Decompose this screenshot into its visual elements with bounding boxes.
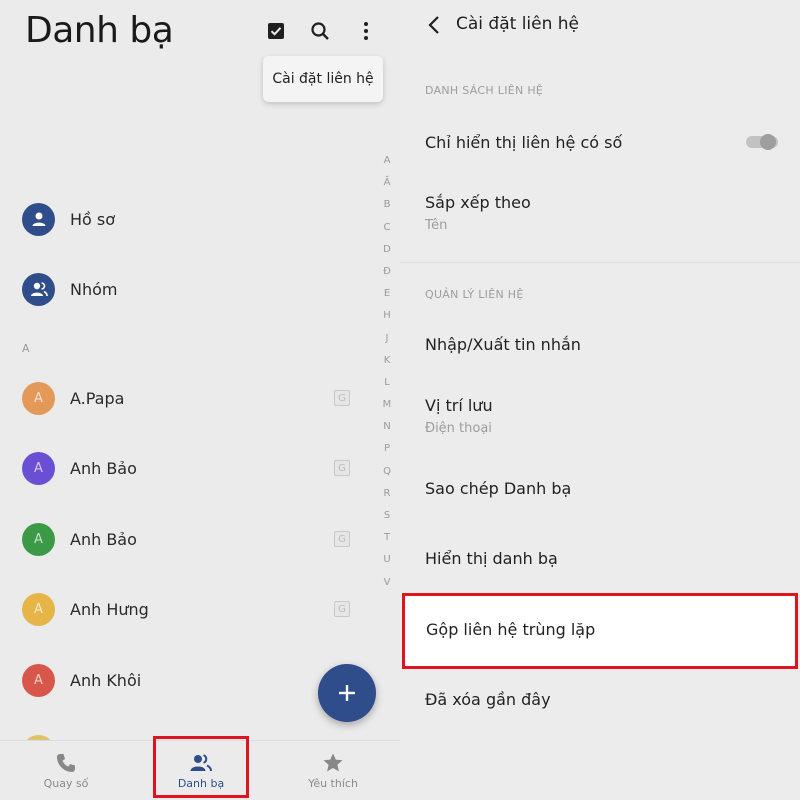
contact-name: Anh Hưng	[70, 599, 149, 619]
nav-label: Danh bạ	[177, 777, 225, 790]
setting-sort-by[interactable]: Sắp xếp theo Tên	[425, 193, 531, 233]
contact-settings-panel: Cài đặt liên hệ DANH SÁCH LIÊN HỆ Chỉ hi…	[400, 0, 800, 800]
alphabet-index-letter[interactable]: Q	[383, 461, 391, 483]
setting-title: Sao chép Danh bạ	[425, 479, 572, 498]
only-with-number-toggle[interactable]	[746, 134, 778, 150]
alphabet-index-letter[interactable]: R	[384, 483, 391, 505]
contact-avatar: A	[22, 592, 55, 626]
google-account-icon: G	[334, 601, 350, 617]
alphabet-index-letter[interactable]: S	[384, 505, 390, 527]
contact-name: Anh Khôi	[70, 670, 142, 690]
contact-avatar: A	[22, 522, 55, 556]
alphabet-index-letter[interactable]: H	[383, 305, 391, 327]
google-account-icon: G	[334, 390, 350, 406]
alphabet-index-letter[interactable]: E	[384, 283, 390, 305]
contact-name: Anh Bảo	[70, 529, 137, 549]
contact-row[interactable]: A Anh Bảo G	[0, 509, 370, 569]
contact-row[interactable]: A A.Papa G	[0, 368, 370, 428]
more-vertical-icon[interactable]	[353, 18, 379, 44]
contact-avatar: A	[22, 451, 55, 485]
setting-title: Sắp xếp theo	[425, 193, 531, 212]
setting-merge-duplicates[interactable]: Gộp liên hệ trùng lặp	[402, 593, 798, 669]
groups-row[interactable]: Nhóm	[0, 259, 370, 319]
contact-avatar: A	[22, 663, 55, 697]
setting-title: Vị trí lưu	[425, 396, 493, 415]
setting-copy-contacts[interactable]: Sao chép Danh bạ	[425, 479, 571, 498]
contact-name: Anh Bảo	[70, 458, 137, 478]
setting-value: Điện thoại	[425, 421, 492, 436]
alphabet-index-letter[interactable]: B	[384, 194, 391, 216]
alphabet-index[interactable]: AĂBCDĐEHJKLMNPQRSTUV	[378, 150, 396, 594]
nav-label: Quay số	[43, 777, 89, 790]
search-icon[interactable]	[307, 18, 333, 44]
setting-title: Hiển thị danh bạ	[425, 549, 558, 568]
alphabet-index-letter[interactable]: C	[384, 217, 391, 239]
settings-title: Cài đặt liên hệ	[456, 14, 580, 34]
add-contact-button[interactable]	[318, 664, 376, 722]
alphabet-index-letter[interactable]: P	[384, 438, 390, 460]
star-icon	[323, 753, 343, 772]
alphabet-index-letter[interactable]: A	[384, 150, 391, 172]
group-icon	[22, 272, 55, 306]
contact-row[interactable]: A Anh Bảo G	[0, 438, 370, 498]
setting-title: Đã xóa gần đây	[425, 690, 551, 709]
contact-row[interactable]: A Anh Khôi	[0, 650, 370, 710]
setting-value: Tên	[425, 218, 448, 233]
alphabet-index-letter[interactable]: V	[384, 572, 391, 594]
section-letter: A	[22, 342, 30, 355]
plus-icon	[339, 685, 355, 701]
alphabet-index-letter[interactable]: M	[383, 394, 392, 416]
alphabet-index-letter[interactable]: L	[384, 372, 390, 394]
alphabet-index-letter[interactable]: U	[383, 549, 390, 571]
nav-label: Yêu thích	[308, 777, 358, 790]
nav-favorites[interactable]: Yêu thích	[285, 741, 381, 800]
google-account-icon: G	[334, 460, 350, 476]
contact-row[interactable]: A Anh Hưng G	[0, 579, 370, 639]
nav-contacts[interactable]: Danh bạ	[153, 741, 249, 800]
alphabet-index-letter[interactable]: J	[386, 328, 389, 350]
setting-import-export[interactable]: Nhập/Xuất tin nhắn	[425, 335, 581, 354]
alphabet-index-letter[interactable]: Ă	[384, 172, 391, 194]
contact-avatar: A	[22, 381, 55, 415]
setting-title: Nhập/Xuất tin nhắn	[425, 335, 581, 354]
profile-row[interactable]: Hồ sơ	[0, 189, 370, 249]
profile-label: Hồ sơ	[70, 209, 116, 229]
contacts-icon	[190, 754, 212, 772]
google-account-icon: G	[334, 531, 350, 547]
contact-name: A.Papa	[70, 388, 125, 408]
alphabet-index-letter[interactable]: D	[383, 239, 391, 261]
setting-only-with-number[interactable]: Chỉ hiển thị liên hệ có số	[425, 133, 622, 152]
section-contact-list: DANH SÁCH LIÊN HỆ	[425, 84, 544, 97]
alphabet-index-letter[interactable]: Đ	[383, 261, 391, 283]
groups-label: Nhóm	[70, 279, 118, 299]
page-title: Danh bạ	[25, 10, 174, 51]
nav-dialer[interactable]: Quay số	[18, 741, 114, 800]
person-icon	[22, 202, 55, 236]
contacts-panel: Danh bạ Cài đặt liên hệ Hồ sơ Nhóm A A A…	[0, 0, 400, 800]
alphabet-index-letter[interactable]: N	[383, 416, 390, 438]
setting-display-contacts[interactable]: Hiển thị danh bạ	[425, 549, 558, 568]
alphabet-index-letter[interactable]: K	[384, 350, 391, 372]
setting-recently-deleted[interactable]: Đã xóa gần đây	[425, 690, 551, 709]
toggle-knob	[760, 134, 776, 150]
bottom-nav: Quay số Danh bạ Yêu thích	[0, 740, 400, 800]
setting-title: Gộp liên hệ trùng lặp	[426, 620, 596, 639]
back-arrow-icon[interactable]	[424, 14, 446, 36]
phone-icon	[57, 754, 75, 772]
divider	[400, 262, 800, 263]
popup-label: Cài đặt liên hệ	[272, 71, 374, 87]
setting-storage-location[interactable]: Vị trí lưu Điện thoại	[425, 396, 493, 436]
setting-title: Chỉ hiển thị liên hệ có số	[425, 133, 623, 152]
alphabet-index-letter[interactable]: T	[384, 527, 390, 549]
section-contact-management: QUẢN LÝ LIÊN HỆ	[425, 288, 524, 301]
checkbox-icon[interactable]	[263, 18, 289, 44]
contact-settings-menu-item[interactable]: Cài đặt liên hệ	[263, 56, 383, 102]
